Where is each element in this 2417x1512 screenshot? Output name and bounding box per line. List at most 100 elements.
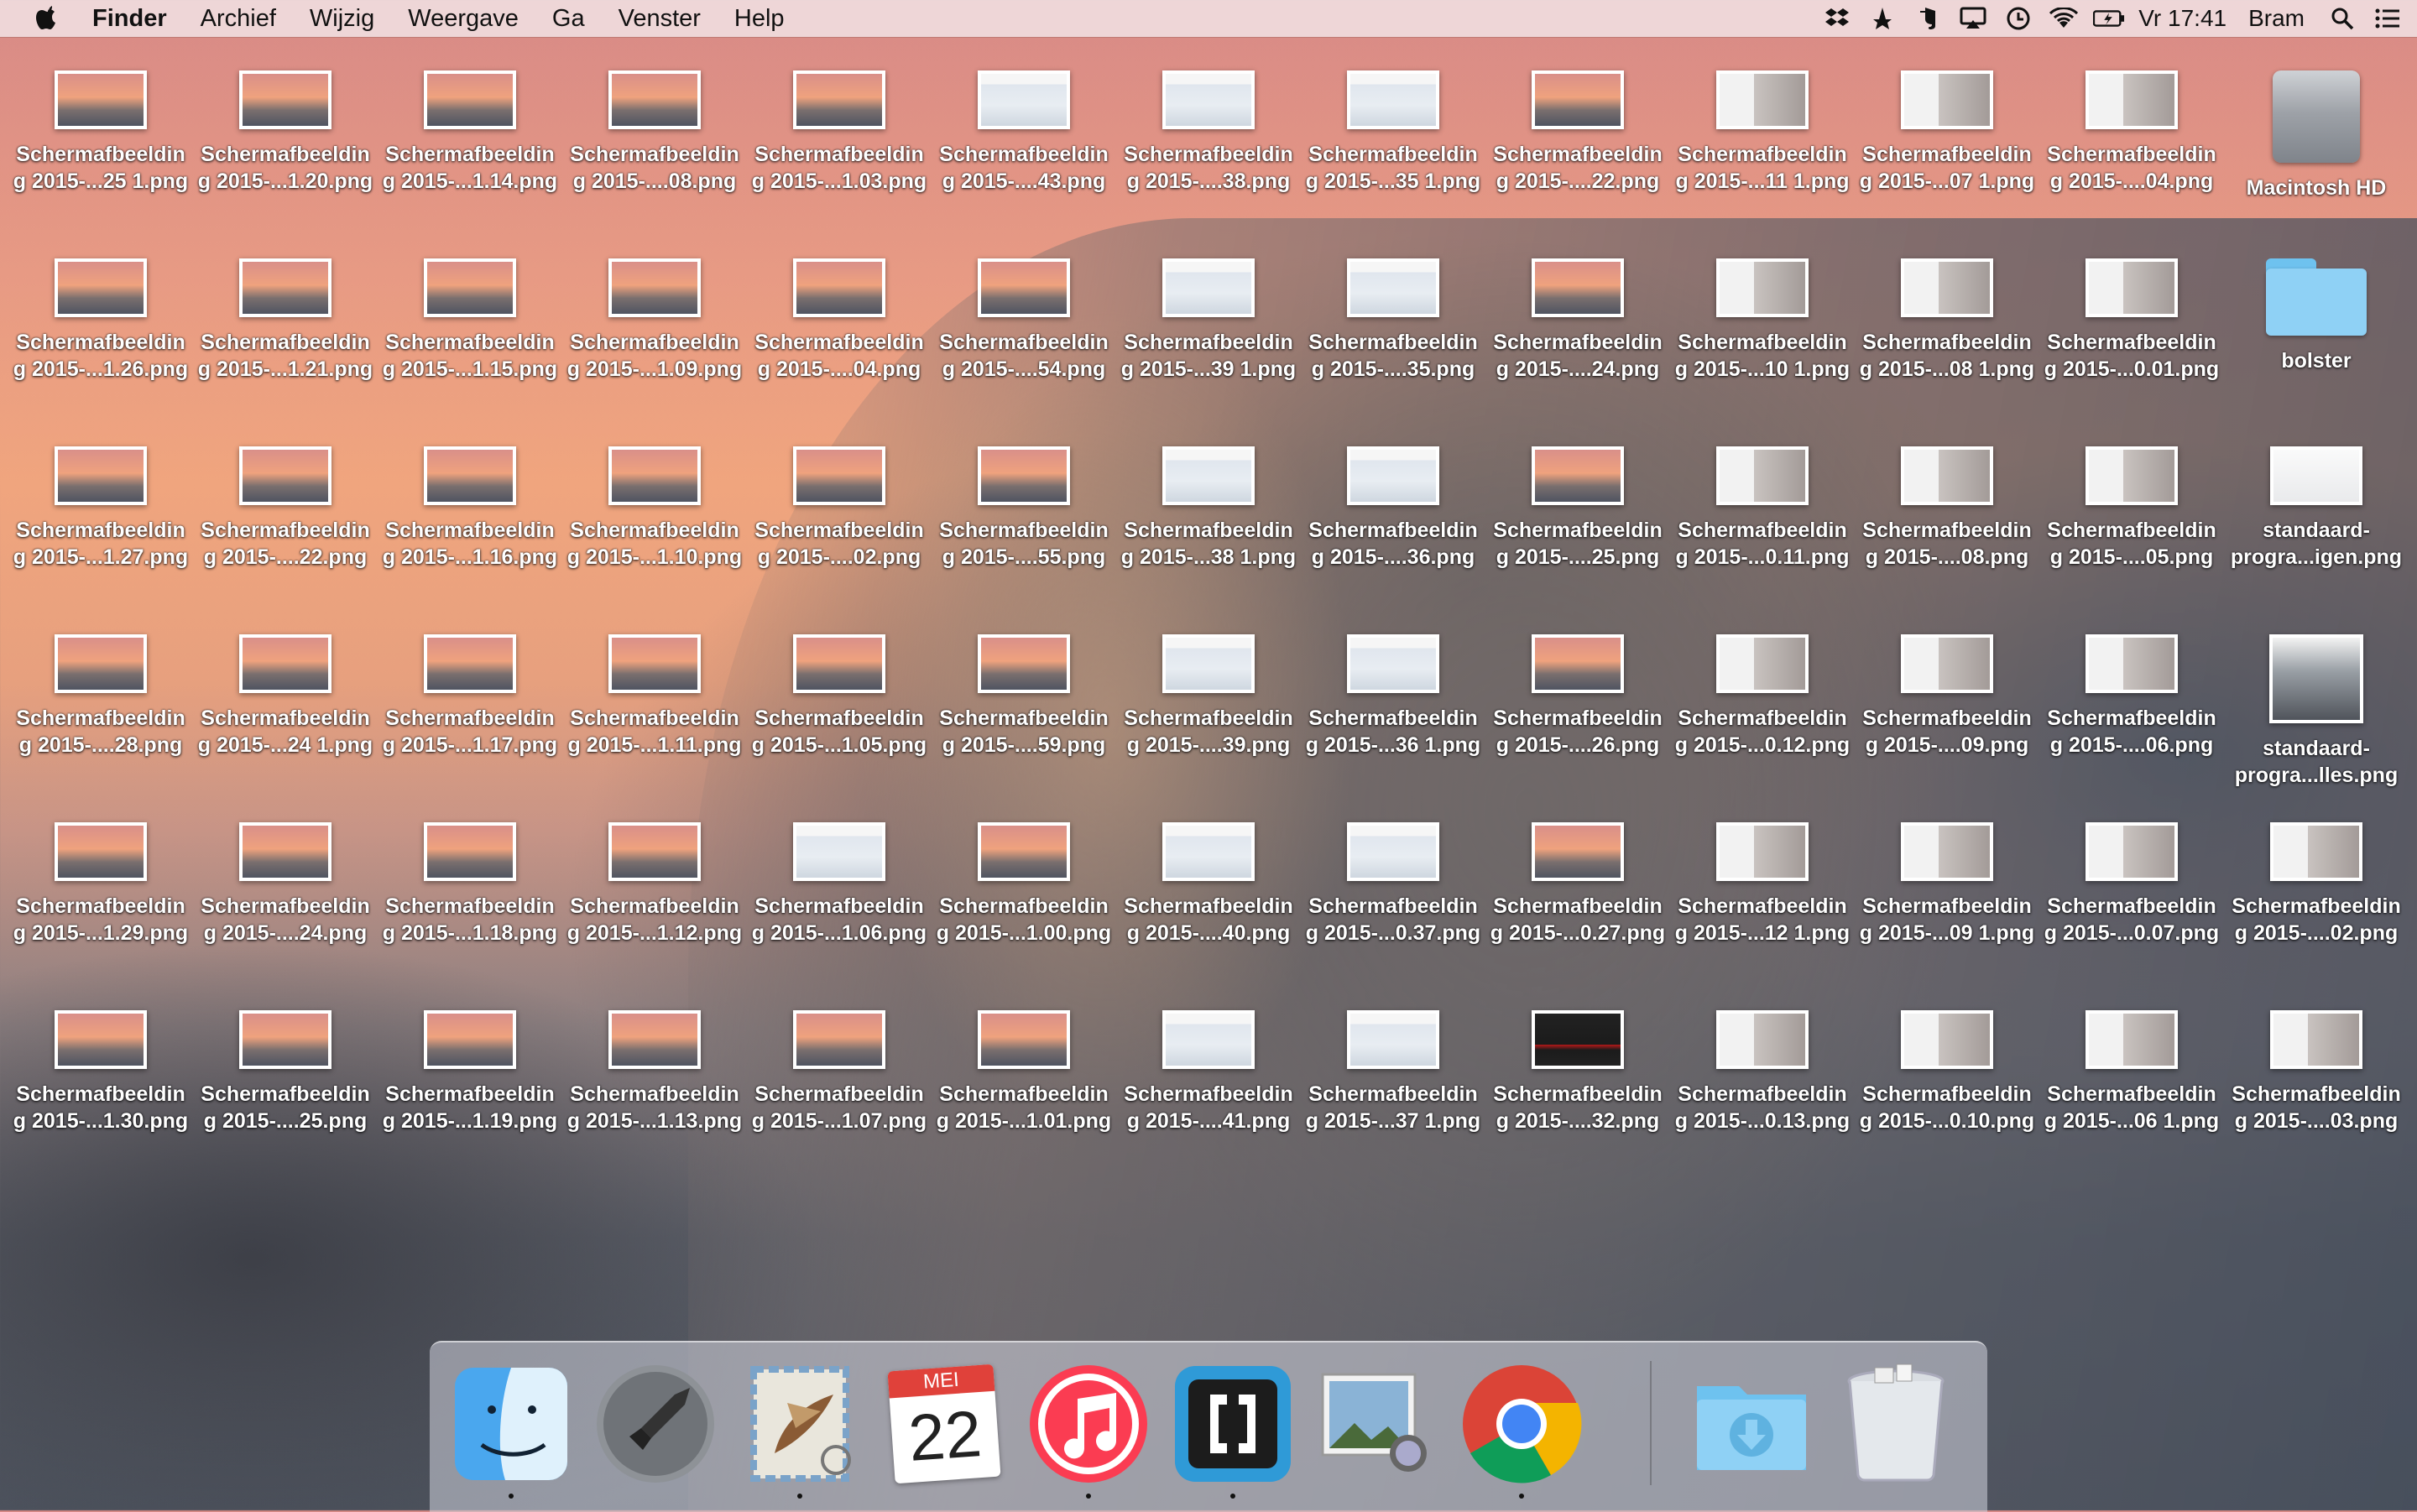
- desktop-file-icon[interactable]: Schermafbeeldin g 2015-...24 1.png: [193, 634, 378, 759]
- desktop-file-icon[interactable]: Schermafbeeldin g 2015-....08.png: [562, 70, 747, 195]
- notification-center-icon[interactable]: [2372, 6, 2404, 31]
- desktop-file-icon[interactable]: Schermafbeeldin g 2015-...09 1.png: [1855, 822, 2039, 946]
- desktop-file-icon[interactable]: standaard-progra...lles.png: [2224, 634, 2409, 789]
- desktop-file-icon[interactable]: Schermafbeeldin g 2015-....04.png: [747, 258, 932, 383]
- menu-weergave[interactable]: Weergave: [408, 5, 519, 33]
- menu-help[interactable]: Help: [734, 5, 785, 33]
- desktop-file-icon[interactable]: Schermafbeeldin g 2015-....54.png: [932, 258, 1116, 383]
- desktop-file-icon[interactable]: Schermafbeeldin g 2015-...1.06.png: [747, 822, 932, 946]
- calendar-icon[interactable]: MEI 22: [881, 1361, 1007, 1487]
- desktop-file-icon[interactable]: Schermafbeeldin g 2015-....05.png: [2039, 446, 2224, 571]
- dropbox-icon[interactable]: [1821, 6, 1853, 31]
- time-machine-icon[interactable]: [2002, 6, 2034, 31]
- desktop-file-icon[interactable]: Macintosh HD: [2224, 70, 2409, 201]
- desktop-file-icon[interactable]: Schermafbeeldin g 2015-...39 1.png: [1116, 258, 1301, 383]
- desktop-file-icon[interactable]: Schermafbeeldin g 2015-...1.01.png: [932, 1010, 1116, 1134]
- desktop-file-icon[interactable]: Schermafbeeldin g 2015-...35 1.png: [1301, 70, 1485, 195]
- desktop-file-icon[interactable]: Schermafbeeldin g 2015-....03.png: [2224, 1010, 2409, 1134]
- desktop-file-icon[interactable]: Schermafbeeldin g 2015-...37 1.png: [1301, 1010, 1485, 1134]
- desktop-file-icon[interactable]: Schermafbeeldin g 2015-...08 1.png: [1855, 258, 2039, 383]
- battery-icon[interactable]: [2093, 6, 2125, 31]
- desktop-file-icon[interactable]: Schermafbeeldin g 2015-...1.18.png: [378, 822, 562, 946]
- desktop-file-icon[interactable]: Schermafbeeldin g 2015-....55.png: [932, 446, 1116, 571]
- desktop-file-icon[interactable]: Schermafbeeldin g 2015-...07 1.png: [1855, 70, 2039, 195]
- desktop-file-icon[interactable]: Schermafbeeldin g 2015-...25 1.png: [8, 70, 193, 195]
- mail-icon[interactable]: [737, 1361, 863, 1499]
- desktop-file-icon[interactable]: Schermafbeeldin g 2015-...1.07.png: [747, 1010, 932, 1134]
- desktop-file-icon[interactable]: Schermafbeeldin g 2015-...0.37.png: [1301, 822, 1485, 946]
- desktop-file-icon[interactable]: Schermafbeeldin g 2015-...1.05.png: [747, 634, 932, 759]
- wifi-icon[interactable]: [2048, 6, 2080, 31]
- spotlight-search-icon[interactable]: [2326, 6, 2358, 31]
- desktop-file-icon[interactable]: Schermafbeeldin g 2015-...1.17.png: [378, 634, 562, 759]
- menu-archief[interactable]: Archief: [201, 5, 276, 33]
- desktop-file-icon[interactable]: Schermafbeeldin g 2015-...1.11.png: [562, 634, 747, 759]
- desktop-file-icon[interactable]: Schermafbeeldin g 2015-....08.png: [1855, 446, 2039, 571]
- desktop-file-icon[interactable]: Schermafbeeldin g 2015-...11 1.png: [1670, 70, 1855, 195]
- desktop-file-icon[interactable]: Schermafbeeldin g 2015-....28.png: [8, 634, 193, 759]
- desktop-file-icon[interactable]: Schermafbeeldin g 2015-...1.29.png: [8, 822, 193, 946]
- brackets-icon[interactable]: [1170, 1361, 1296, 1499]
- desktop-file-icon[interactable]: Schermafbeeldin g 2015-...0.12.png: [1670, 634, 1855, 759]
- desktop-file-icon[interactable]: Schermafbeeldin g 2015-...1.09.png: [562, 258, 747, 383]
- desktop-file-icon[interactable]: Schermafbeeldin g 2015-...1.21.png: [193, 258, 378, 383]
- desktop-file-icon[interactable]: Schermafbeeldin g 2015-....32.png: [1485, 1010, 1670, 1134]
- desktop-file-icon[interactable]: Schermafbeeldin g 2015-...1.30.png: [8, 1010, 193, 1134]
- desktop-file-icon[interactable]: Schermafbeeldin g 2015-....40.png: [1116, 822, 1301, 946]
- finder-icon[interactable]: [448, 1361, 574, 1499]
- desktop-file-icon[interactable]: Schermafbeeldin g 2015-...38 1.png: [1116, 446, 1301, 571]
- desktop-file-icon[interactable]: Schermafbeeldin g 2015-....02.png: [747, 446, 932, 571]
- airplay-icon[interactable]: [1957, 6, 1989, 31]
- preview-icon[interactable]: [1314, 1361, 1440, 1487]
- desktop-file-icon[interactable]: Schermafbeeldin g 2015-....59.png: [932, 634, 1116, 759]
- desktop-file-icon[interactable]: Schermafbeeldin g 2015-....26.png: [1485, 634, 1670, 759]
- desktop-file-icon[interactable]: Schermafbeeldin g 2015-...1.27.png: [8, 446, 193, 571]
- desktop-file-icon[interactable]: Schermafbeeldin g 2015-...1.13.png: [562, 1010, 747, 1134]
- desktop-file-icon[interactable]: Schermafbeeldin g 2015-....24.png: [1485, 258, 1670, 383]
- menu-venster[interactable]: Venster: [619, 5, 701, 33]
- desktop-file-icon[interactable]: Schermafbeeldin g 2015-....36.png: [1301, 446, 1485, 571]
- desktop-file-icon[interactable]: Schermafbeeldin g 2015-....39.png: [1116, 634, 1301, 759]
- desktop-file-icon[interactable]: Schermafbeeldin g 2015-....38.png: [1116, 70, 1301, 195]
- desktop-file-icon[interactable]: Schermafbeeldin g 2015-....25.png: [1485, 446, 1670, 571]
- desktop-file-icon[interactable]: Schermafbeeldin g 2015-...1.19.png: [378, 1010, 562, 1134]
- itunes-icon[interactable]: [1026, 1361, 1151, 1499]
- alfred-icon[interactable]: [1866, 6, 1898, 31]
- desktop-file-icon[interactable]: bolster: [2224, 258, 2409, 374]
- desktop-file-icon[interactable]: Schermafbeeldin g 2015-...0.07.png: [2039, 822, 2224, 946]
- desktop-file-icon[interactable]: Schermafbeeldin g 2015-...1.15.png: [378, 258, 562, 383]
- desktop-file-icon[interactable]: Schermafbeeldin g 2015-....22.png: [193, 446, 378, 571]
- desktop-file-icon[interactable]: Schermafbeeldin g 2015-...10 1.png: [1670, 258, 1855, 383]
- launchpad-icon[interactable]: [593, 1361, 718, 1487]
- desktop-file-icon[interactable]: Schermafbeeldin g 2015-...0.11.png: [1670, 446, 1855, 571]
- desktop-file-icon[interactable]: Schermafbeeldin g 2015-...1.12.png: [562, 822, 747, 946]
- desktop-file-icon[interactable]: Schermafbeeldin g 2015-...1.10.png: [562, 446, 747, 571]
- desktop-file-icon[interactable]: Schermafbeeldin g 2015-....06.png: [2039, 634, 2224, 759]
- desktop-file-icon[interactable]: Schermafbeeldin g 2015-....35.png: [1301, 258, 1485, 383]
- trash-icon[interactable]: [1833, 1361, 1959, 1487]
- desktop-file-icon[interactable]: Schermafbeeldin g 2015-...0.13.png: [1670, 1010, 1855, 1134]
- desktop-file-icon[interactable]: Schermafbeeldin g 2015-....25.png: [193, 1010, 378, 1134]
- apple-menu-icon[interactable]: [34, 4, 62, 33]
- chrome-icon[interactable]: [1459, 1361, 1584, 1499]
- evernote-icon[interactable]: [1912, 6, 1944, 31]
- desktop-file-icon[interactable]: Schermafbeeldin g 2015-...1.00.png: [932, 822, 1116, 946]
- desktop-file-icon[interactable]: Schermafbeeldin g 2015-...0.01.png: [2039, 258, 2224, 383]
- desktop-file-icon[interactable]: Schermafbeeldin g 2015-...36 1.png: [1301, 634, 1485, 759]
- desktop-file-icon[interactable]: Schermafbeeldin g 2015-....09.png: [1855, 634, 2039, 759]
- desktop-file-icon[interactable]: Schermafbeeldin g 2015-...1.14.png: [378, 70, 562, 195]
- desktop-file-icon[interactable]: Schermafbeeldin g 2015-....41.png: [1116, 1010, 1301, 1134]
- desktop-file-icon[interactable]: Schermafbeeldin g 2015-...0.10.png: [1855, 1010, 2039, 1134]
- menu-finder[interactable]: Finder: [92, 5, 167, 33]
- desktop-file-icon[interactable]: Schermafbeeldin g 2015-...1.20.png: [193, 70, 378, 195]
- menu-wijzig[interactable]: Wijzig: [310, 5, 374, 33]
- desktop-file-icon[interactable]: Schermafbeeldin g 2015-....02.png: [2224, 822, 2409, 946]
- desktop-file-icon[interactable]: Schermafbeeldin g 2015-...1.16.png: [378, 446, 562, 571]
- desktop-file-icon[interactable]: Schermafbeeldin g 2015-...1.26.png: [8, 258, 193, 383]
- clock[interactable]: Vr 17:41: [2138, 5, 2226, 32]
- desktop-file-icon[interactable]: Schermafbeeldin g 2015-...0.27.png: [1485, 822, 1670, 946]
- desktop-file-icon[interactable]: Schermafbeeldin g 2015-...12 1.png: [1670, 822, 1855, 946]
- desktop-file-icon[interactable]: Schermafbeeldin g 2015-....24.png: [193, 822, 378, 946]
- desktop-file-icon[interactable]: Schermafbeeldin g 2015-....43.png: [932, 70, 1116, 195]
- desktop-file-icon[interactable]: Schermafbeeldin g 2015-...06 1.png: [2039, 1010, 2224, 1134]
